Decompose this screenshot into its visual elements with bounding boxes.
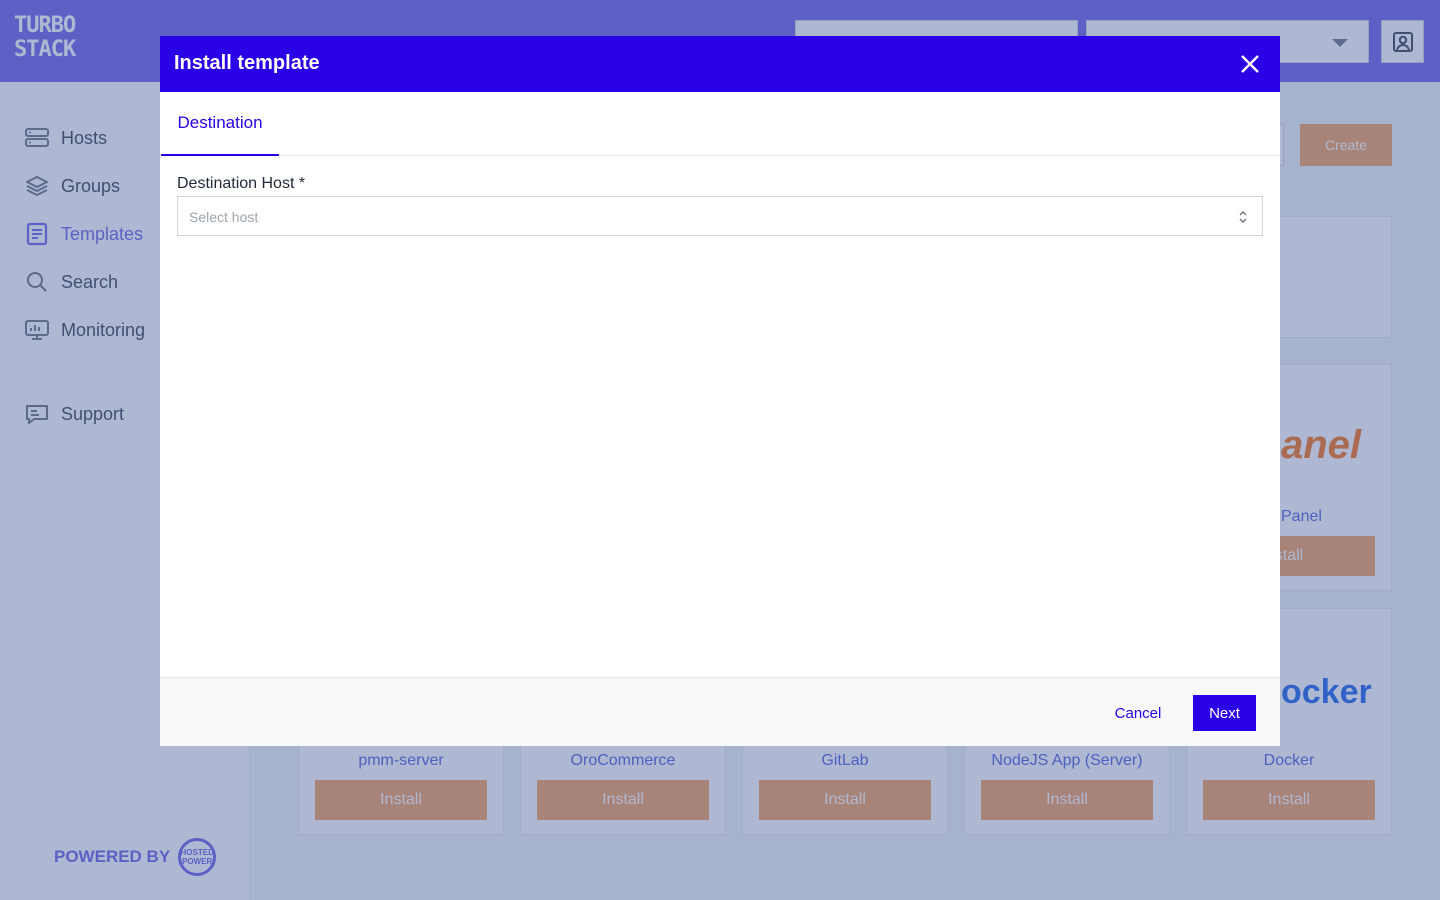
modal-tabs: Destination [160,92,1280,156]
cancel-button[interactable]: Cancel [1104,695,1172,731]
select-placeholder: Select host [189,209,259,225]
destination-host-label: Destination Host * [177,175,306,192]
tab-destination[interactable]: Destination [161,92,279,156]
close-button[interactable] [1238,52,1262,76]
modal-title: Install template [174,52,320,74]
chevron-up-down-icon [1239,211,1247,223]
install-template-modal: Install template Destination Destination… [160,36,1280,746]
next-button[interactable]: Next [1193,695,1256,731]
destination-host-select[interactable]: Select host [177,196,1263,236]
modal-header: Install template [160,36,1280,92]
close-icon [1241,55,1259,73]
modal-footer: Cancel Next [160,677,1280,746]
